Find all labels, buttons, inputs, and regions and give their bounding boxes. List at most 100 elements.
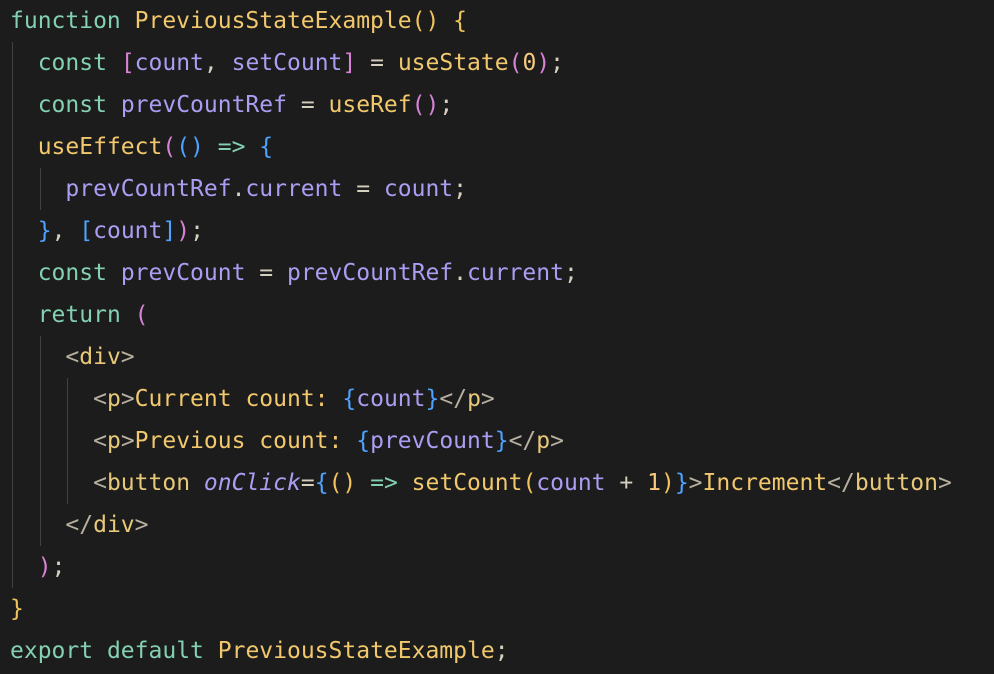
code-token: button (854, 470, 938, 496)
code-token: useState (397, 50, 509, 76)
code-token: setCount (411, 470, 523, 496)
code-token: Current count: (134, 386, 343, 412)
code-block[interactable]: function PreviousStateExample() { const … (10, 0, 952, 672)
code-token: prevCountRef (286, 260, 454, 286)
code-token: useEffect (37, 134, 163, 160)
code-token: + (605, 470, 648, 496)
code-token: [ (120, 50, 135, 76)
indent-guide (12, 420, 13, 462)
indent-guide (12, 126, 13, 168)
code-token: count (93, 218, 163, 244)
code-line: const [count, setCount] = useState(0); (10, 42, 952, 84)
code-token: () (176, 134, 204, 160)
code-token: prevCountRef (120, 92, 287, 118)
code-token: setCount (231, 50, 343, 76)
code-token: > (688, 470, 703, 496)
code-token: ( (508, 50, 523, 76)
code-token: count (383, 176, 454, 202)
code-token: = (300, 470, 315, 496)
code-token: const (37, 50, 107, 76)
code-line: prevCountRef.current = count; (10, 168, 952, 210)
code-token: > (134, 512, 149, 538)
indent-guide (12, 84, 13, 126)
code-token: } (37, 218, 52, 244)
code-token: </ (508, 428, 537, 454)
code-token: current (245, 176, 343, 202)
code-token: > (120, 428, 135, 454)
code-token: . (231, 176, 246, 202)
code-token: PreviousStateExample (217, 638, 495, 664)
code-token: 1 (647, 470, 661, 496)
indent-guide (12, 546, 13, 588)
indent-guide (12, 168, 13, 210)
code-token: = (245, 260, 287, 286)
code-token: ) (660, 470, 675, 496)
indent-guide (12, 42, 13, 84)
indent-guide (39, 504, 41, 546)
code-token: ) (37, 554, 52, 580)
code-line: <p>Previous count: {prevCount}</p> (10, 420, 952, 462)
code-token: export (10, 638, 94, 664)
code-token: ; (190, 218, 204, 244)
code-token: div (79, 344, 121, 370)
code-line: <button onClick={() => setCount(count + … (10, 462, 952, 504)
code-editor[interactable]: function PreviousStateExample() { const … (0, 0, 994, 674)
code-token: prevCount (370, 428, 495, 454)
code-token: ; (563, 260, 578, 286)
code-token: ; (439, 92, 454, 118)
code-token: . (453, 260, 468, 286)
code-token: = (342, 176, 384, 202)
code-line: } (10, 588, 952, 630)
code-token: ) (536, 50, 551, 76)
code-line: useEffect(() => { (10, 126, 952, 168)
code-token: > (480, 386, 495, 412)
code-token: [ (79, 218, 94, 244)
code-line: return ( (10, 294, 952, 336)
code-token: count (134, 50, 204, 76)
code-token: < (93, 428, 107, 454)
code-token: < (93, 386, 107, 412)
code-line: export default PreviousStateExample; (10, 630, 952, 672)
code-token: ) (176, 218, 191, 244)
code-token: 0 (522, 50, 537, 76)
indent-guide (39, 462, 41, 504)
code-token: ; (453, 176, 468, 202)
indent-guide (12, 378, 13, 420)
code-token: , (51, 218, 80, 244)
code-token: , (203, 50, 232, 76)
code-token: count (536, 470, 606, 496)
code-token: { (259, 134, 274, 160)
code-line: </div> (10, 504, 952, 546)
code-token: ] (162, 218, 177, 244)
indent-guide (39, 336, 41, 378)
code-token: const (37, 92, 107, 118)
code-token: prevCount (120, 260, 246, 286)
indent-guide (39, 168, 41, 210)
code-token: } (425, 386, 440, 412)
indent-guide (67, 378, 69, 420)
code-token: ( (134, 302, 149, 328)
code-token: ( (162, 134, 177, 160)
code-token: () (411, 92, 440, 118)
code-token: > (550, 428, 564, 454)
code-token: prevCountRef (65, 176, 232, 202)
code-token: Increment (702, 470, 828, 496)
code-token: p (536, 428, 551, 454)
code-token: const (37, 260, 107, 286)
code-token: p (106, 428, 121, 454)
code-line: ); (10, 546, 952, 588)
code-token: } (494, 428, 509, 454)
